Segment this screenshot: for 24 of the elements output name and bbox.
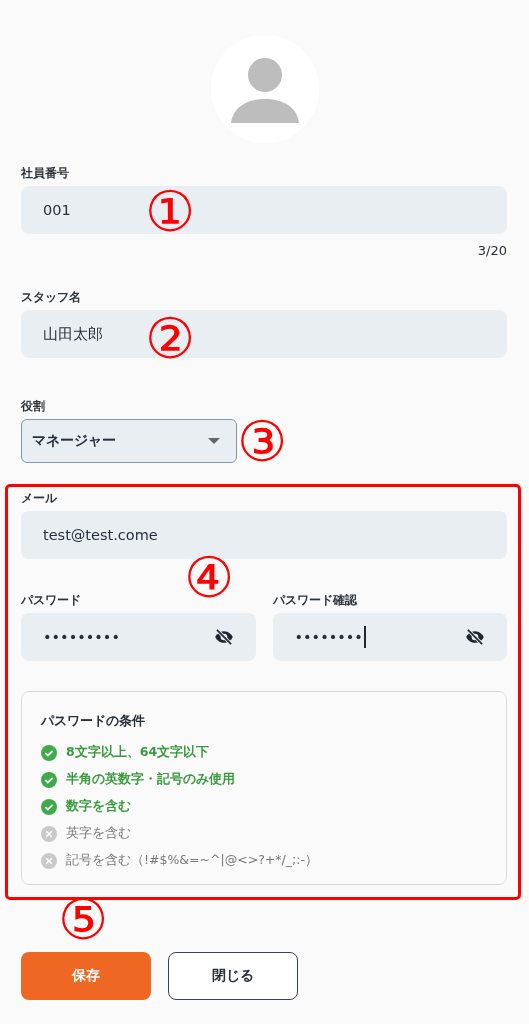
- field-label: スタッフ名: [21, 289, 81, 305]
- role-dropdown[interactable]: マネージャー: [21, 419, 237, 463]
- eye-off-icon[interactable]: [213, 627, 234, 647]
- condition-text: 英字を含む: [66, 825, 131, 842]
- password-field[interactable]: •••••••••: [21, 613, 256, 661]
- input-field[interactable]: 山田太郎 ②: [21, 310, 507, 358]
- conditions-title: パスワードの条件: [41, 713, 145, 730]
- input-field[interactable]: 001 ①: [21, 186, 507, 234]
- condition-text: 数字を含む: [66, 798, 131, 815]
- field-label: パスワード確認: [272, 592, 357, 608]
- eye-off-icon[interactable]: [465, 627, 485, 647]
- field-label: 役割: [21, 398, 45, 414]
- password-field[interactable]: ••••••••: [272, 613, 507, 661]
- annotation-number: ③: [237, 414, 288, 470]
- character-counter: 3/20: [477, 243, 507, 258]
- field-label: パスワード: [21, 592, 81, 608]
- annotation-number: ⑤: [58, 892, 109, 948]
- field-label: メール: [21, 490, 57, 506]
- condition-text: 半角の英数字・記号のみ使用: [66, 771, 235, 788]
- condition-text: 記号を含む（!#$%&=~^|@<>?+*/_;:-）: [66, 852, 318, 869]
- caret-icon: [208, 438, 220, 444]
- field-label: 社員番号: [21, 165, 69, 181]
- close-button[interactable]: 閉じる: [168, 952, 298, 1000]
- condition-text: 8文字以上、64文字以下: [66, 744, 210, 761]
